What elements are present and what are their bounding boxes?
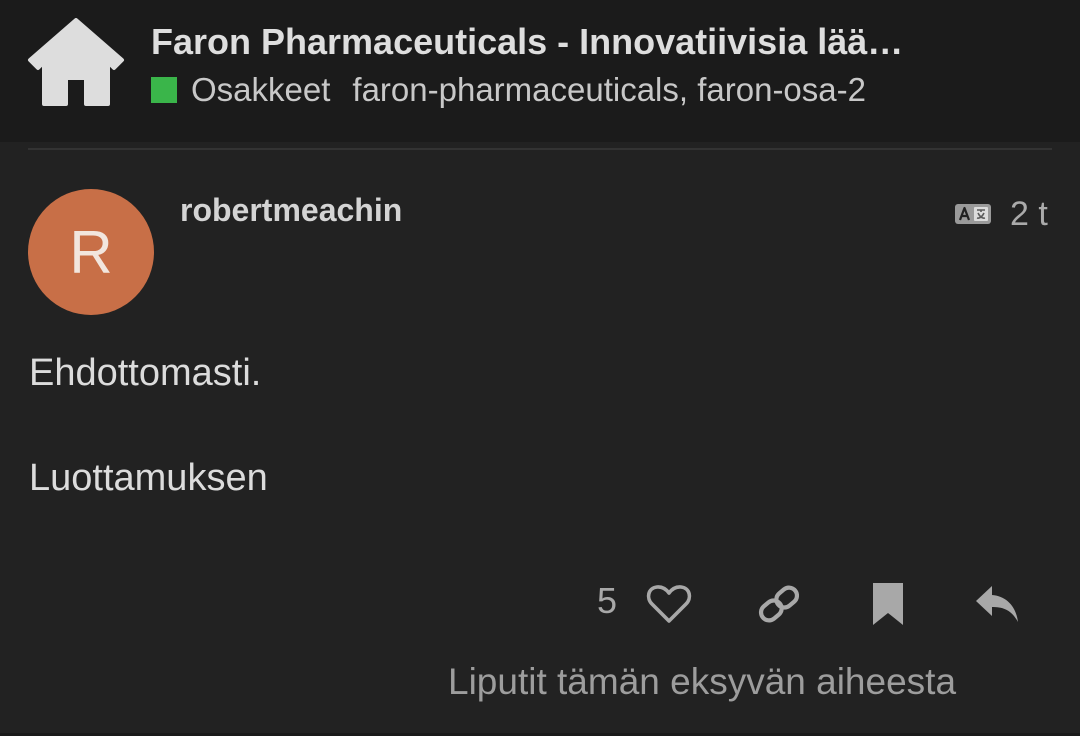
category-link[interactable]: Osakkeet (191, 71, 330, 109)
like-count[interactable]: 5 (597, 580, 617, 622)
post-paragraph-2: Luottamuksen (29, 457, 268, 499)
flag-notice: Liputit tämän eksyvän aiheesta (448, 661, 957, 702)
heart-icon[interactable] (646, 584, 692, 629)
topic-title[interactable]: Faron Pharmaceuticals - Innovatiivisia l… (151, 20, 1031, 64)
home-icon[interactable] (26, 18, 126, 106)
translate-icon[interactable] (954, 203, 992, 225)
page: Faron Pharmaceuticals - Innovatiivisia l… (0, 0, 1080, 736)
category-badge (151, 77, 177, 103)
post-paragraph-1: Ehdottomasti. (29, 352, 262, 394)
link-icon[interactable] (756, 585, 802, 628)
topic-tags[interactable]: faron-pharmaceuticals, faron-osa-2 (352, 71, 866, 109)
reply-icon[interactable] (974, 584, 1020, 629)
avatar[interactable]: R (28, 189, 154, 315)
topic-meta: Osakkeet faron-pharmaceuticals, faron-os… (151, 70, 866, 110)
topic-header: Faron Pharmaceuticals - Innovatiivisia l… (0, 0, 1080, 142)
divider (28, 148, 1052, 150)
bookmark-icon[interactable] (870, 581, 906, 632)
post-age[interactable]: 2 t (1010, 195, 1048, 234)
avatar-letter: R (69, 218, 113, 286)
post-username[interactable]: robertmeachin (180, 192, 402, 229)
